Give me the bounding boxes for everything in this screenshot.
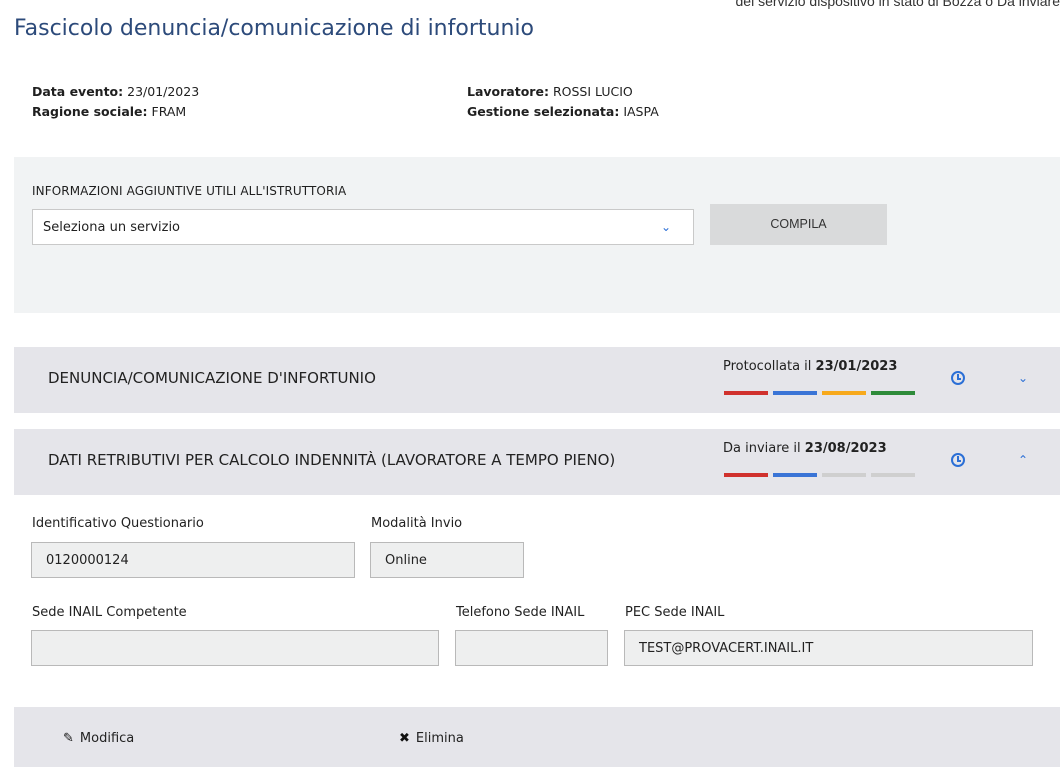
progress-bar-step [871, 473, 915, 477]
status-text: Protocollata il [723, 359, 816, 374]
service-select[interactable]: Seleziona un servizio ⌄ [32, 209, 694, 245]
page-title: Fascicolo denuncia/comunicazione di info… [14, 16, 534, 41]
ragione-sociale-value: FRAM [151, 104, 187, 119]
progress-bar-step [773, 473, 817, 477]
service-select-value: Seleziona un servizio [43, 219, 181, 235]
pec-sede-field[interactable]: TEST@PROVACERT.INAIL.IT [624, 630, 1033, 666]
gestione-value: IASPA [623, 104, 659, 119]
elimina-label: Elimina [415, 731, 464, 746]
top-note: del servizio dispositivo in stato di Boz… [735, 0, 1060, 9]
extra-info-label: INFORMAZIONI AGGIUNTIVE UTILI ALL'ISTRUT… [32, 184, 347, 198]
progress-bar-step [871, 391, 915, 395]
accordion-status: Da inviare il 23/08/2023 [723, 441, 887, 456]
elimina-button[interactable]: ✖ Elimina [399, 731, 464, 746]
status-date: 23/01/2023 [815, 359, 898, 374]
chevron-up-icon[interactable]: ⌃ [1018, 453, 1028, 467]
action-footer: ✎ Modifica ✖ Elimina [14, 707, 1060, 767]
gestione-label: Gestione selezionata: [467, 104, 620, 119]
clock-icon[interactable] [951, 453, 965, 467]
pencil-icon: ✎ [63, 731, 74, 746]
data-evento-label: Data evento: [32, 84, 124, 99]
telefono-sede-label: Telefono Sede INAIL [456, 605, 585, 620]
chevron-down-icon[interactable]: ⌄ [1018, 371, 1028, 385]
modifica-button[interactable]: ✎ Modifica [63, 731, 134, 746]
accordion-title: DATI RETRIBUTIVI PER CALCOLO INDENNITÀ (… [48, 451, 616, 469]
accordion-status: Protocollata il 23/01/2023 [723, 359, 897, 374]
ragione-sociale: Ragione sociale: FRAM [32, 102, 199, 122]
modalita-invio-field[interactable]: Online [370, 542, 524, 578]
info-right: Lavoratore: ROSSI LUCIO Gestione selezio… [467, 82, 659, 122]
progress-bar-step [724, 391, 768, 395]
ragione-sociale-label: Ragione sociale: [32, 104, 148, 119]
id-questionario-value: 0120000124 [46, 552, 129, 568]
pec-sede-value: TEST@PROVACERT.INAIL.IT [639, 640, 814, 656]
clock-icon[interactable] [951, 371, 965, 385]
modalita-invio-value: Online [385, 552, 427, 568]
status-date: 23/08/2023 [804, 441, 887, 456]
id-questionario-field[interactable]: 0120000124 [31, 542, 355, 578]
close-icon: ✖ [399, 731, 410, 746]
modifica-label: Modifica [79, 731, 135, 746]
gestione: Gestione selezionata: IASPA [467, 102, 659, 122]
lavoratore-value: ROSSI LUCIO [552, 84, 633, 99]
pec-sede-label: PEC Sede INAIL [625, 605, 725, 620]
extra-info-panel: INFORMAZIONI AGGIUNTIVE UTILI ALL'ISTRUT… [14, 157, 1060, 313]
data-evento-value: 23/01/2023 [127, 84, 200, 99]
telefono-sede-field[interactable] [455, 630, 608, 666]
chevron-down-icon: ⌄ [660, 220, 671, 234]
accordion-title: DENUNCIA/COMUNICAZIONE D'INFORTUNIO [48, 369, 376, 387]
compila-button[interactable]: COMPILA [710, 204, 887, 245]
progress-bar-step [822, 391, 866, 395]
lavoratore-label: Lavoratore: [467, 84, 549, 99]
info-left: Data evento: 23/01/2023 Ragione sociale:… [32, 82, 199, 122]
progress-bars [724, 391, 915, 395]
modalita-invio-label: Modalità Invio [371, 516, 463, 531]
sede-inail-label: Sede INAIL Competente [32, 605, 187, 620]
progress-bar-step [822, 473, 866, 477]
accordion-denuncia[interactable]: DENUNCIA/COMUNICAZIONE D'INFORTUNIO Prot… [14, 347, 1060, 413]
status-text: Da inviare il [723, 441, 805, 456]
accordion-dati-retributivi[interactable]: DATI RETRIBUTIVI PER CALCOLO INDENNITÀ (… [14, 429, 1060, 495]
progress-bars [724, 473, 915, 477]
progress-bar-step [773, 391, 817, 395]
lavoratore: Lavoratore: ROSSI LUCIO [467, 82, 659, 102]
progress-bar-step [724, 473, 768, 477]
sede-inail-field[interactable] [31, 630, 439, 666]
data-evento: Data evento: 23/01/2023 [32, 82, 199, 102]
id-questionario-label: Identificativo Questionario [32, 516, 204, 531]
